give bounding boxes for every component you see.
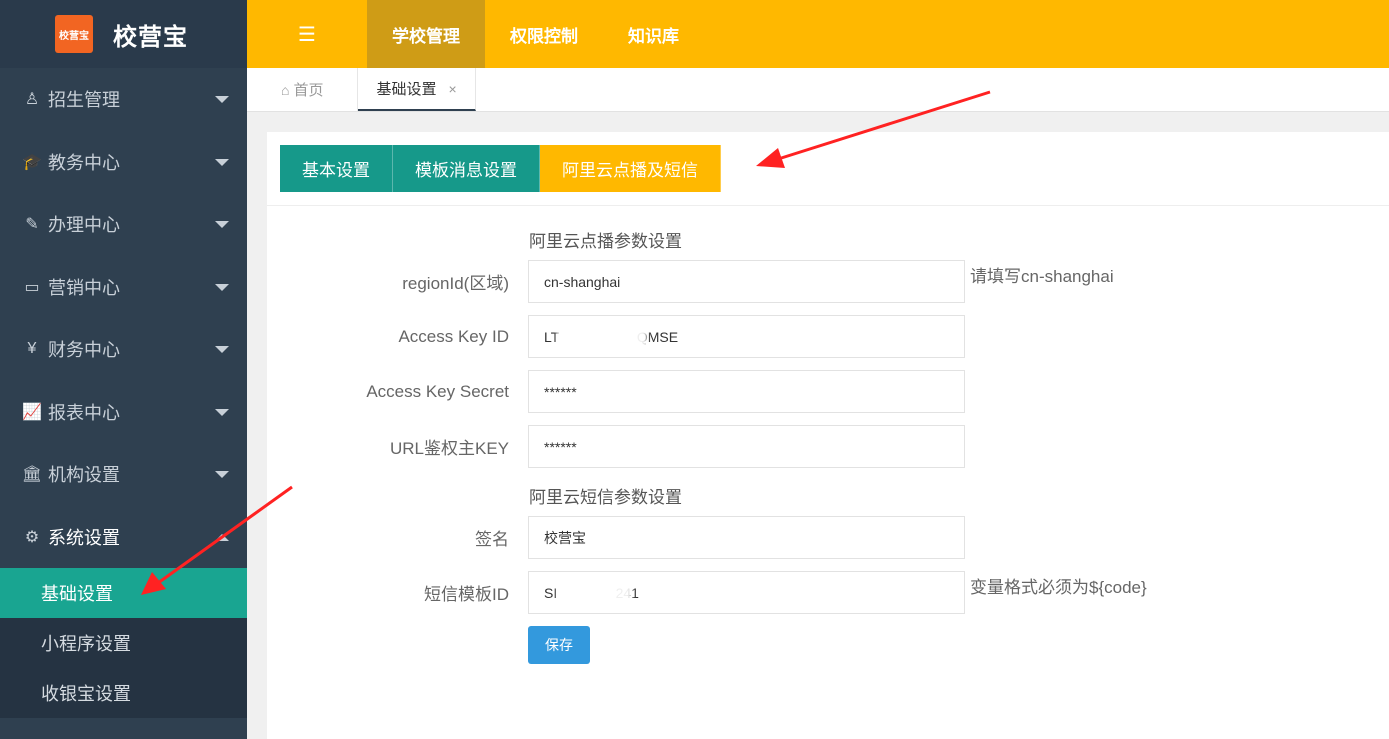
nav-knowledge-base[interactable]: 知识库 <box>603 0 704 68</box>
sidebar-item-enrollment[interactable]: ♙ 招生管理 <box>0 68 247 131</box>
region-hint: 请填写cn-shanghai <box>970 267 1114 286</box>
caret-down-icon <box>215 346 229 354</box>
subtab-basic[interactable]: 基本设置 <box>280 145 393 192</box>
url-key-label: URL鉴权主KEY <box>389 439 509 458</box>
sidebar-item-label: 报表中心 <box>48 402 120 423</box>
sidebar: 校营宝 校营宝 ♙ 招生管理 🎓 教务中心 ✎ 办理中心 ▭ 营销中心 ¥ 财务… <box>0 0 247 739</box>
cogs-icon: ⚙ <box>24 528 40 546</box>
yen-icon: ¥ <box>27 340 37 358</box>
sms-section-title: 阿里云短信参数设置 <box>529 488 682 507</box>
line-chart-icon: 📈 <box>22 403 42 421</box>
sign-name-label: 签名 <box>475 530 509 549</box>
menu-toggle-icon[interactable]: ☰ <box>247 0 367 68</box>
access-key-id-label: Access Key ID <box>398 326 509 346</box>
top-header: ☰ 学校管理 权限控制 知识库 <box>247 0 1389 68</box>
logo-icon: 校营宝 <box>55 15 93 53</box>
sign-name-input[interactable] <box>528 516 965 559</box>
tab-current-label: 基础设置 <box>376 81 437 98</box>
caret-down-icon <box>215 96 229 104</box>
page-tabs: ⌂ 首页 基础设置 × <box>247 68 1389 112</box>
caret-down-icon <box>215 283 229 291</box>
sidebar-item-label: 机构设置 <box>48 465 120 486</box>
caret-down-icon <box>215 408 229 416</box>
save-button[interactable]: 保存 <box>528 626 590 664</box>
caret-up-icon <box>215 533 229 541</box>
system-submenu: 基础设置 小程序设置 收银宝设置 <box>0 568 247 718</box>
region-input[interactable] <box>528 260 965 303</box>
subtab-template-message[interactable]: 模板消息设置 <box>393 145 540 192</box>
template-id-hint: 变量格式必须为${code} <box>970 578 1147 597</box>
settings-subtabs: 基本设置 模板消息设置 阿里云点播及短信 <box>280 145 721 192</box>
graduation-cap-icon: 🎓 <box>22 153 42 171</box>
tab-home-label: 首页 <box>293 82 324 99</box>
sidebar-item-label: 办理中心 <box>48 215 120 236</box>
tab-home[interactable]: ⌂ 首页 <box>247 68 359 111</box>
nav-school-management[interactable]: 学校管理 <box>367 0 485 68</box>
sidebar-item-marketing[interactable]: ▭ 营销中心 <box>0 256 247 319</box>
settings-panel: 基本设置 模板消息设置 阿里云点播及短信 阿里云点播参数设置 regionId(… <box>267 132 1389 739</box>
nav-permission-control[interactable]: 权限控制 <box>485 0 603 68</box>
divider <box>267 205 1389 206</box>
url-key-input[interactable] <box>528 425 965 468</box>
bank-icon: 🏛 <box>21 466 43 484</box>
sidebar-item-processing[interactable]: ✎ 办理中心 <box>0 193 247 256</box>
sidebar-item-label: 教务中心 <box>48 152 120 173</box>
edit-icon: ✎ <box>25 216 39 234</box>
sidebar-item-reports[interactable]: 📈 报表中心 <box>0 381 247 444</box>
home-icon: ⌂ <box>281 81 290 98</box>
caret-down-icon <box>215 221 229 229</box>
form-row-access-key-id: Access Key ID <box>267 315 1389 358</box>
logo-bar: 校营宝 校营宝 <box>0 0 247 68</box>
form-row-sign-name: 签名 <box>267 516 1389 559</box>
form-row-region: regionId(区域) 请填写cn-shanghai <box>267 260 1389 303</box>
laptop-icon: ▭ <box>24 278 40 296</box>
tab-basic-settings[interactable]: 基础设置 × <box>358 68 476 111</box>
blur-mask <box>557 322 647 352</box>
sidebar-item-label: 系统设置 <box>48 527 120 548</box>
access-key-secret-label: Access Key Secret <box>366 381 509 401</box>
sidebar-item-label: 财务中心 <box>48 340 120 361</box>
template-id-label: 短信模板ID <box>424 585 509 604</box>
caret-down-icon <box>215 471 229 479</box>
form-row-template-id: 短信模板ID 变量格式必须为${code} <box>267 571 1389 614</box>
close-icon[interactable]: × <box>449 81 457 97</box>
form-row-url-key: URL鉴权主KEY <box>267 425 1389 468</box>
sidebar-item-label: 招生管理 <box>48 90 120 111</box>
sidebar-item-academic[interactable]: 🎓 教务中心 <box>0 131 247 194</box>
region-label: regionId(区域) <box>402 274 509 293</box>
form-row-access-key-secret: Access Key Secret <box>267 370 1389 413</box>
submenu-item-basic-settings[interactable]: 基础设置 <box>0 568 247 618</box>
submenu-item-cashier-settings[interactable]: 收银宝设置 <box>0 668 247 718</box>
blur-mask <box>557 578 632 608</box>
submenu-item-miniprogram-settings[interactable]: 小程序设置 <box>0 618 247 668</box>
sidebar-item-label: 营销中心 <box>48 277 120 298</box>
user-icon: ♙ <box>24 91 40 109</box>
subtab-aliyun-vod-sms[interactable]: 阿里云点播及短信 <box>540 145 721 192</box>
sidebar-item-system[interactable]: ⚙ 系统设置 <box>0 506 247 569</box>
caret-down-icon <box>215 158 229 166</box>
vod-section-title: 阿里云点播参数设置 <box>529 232 682 251</box>
sidebar-item-organization[interactable]: 🏛 机构设置 <box>0 443 247 506</box>
access-key-secret-input[interactable] <box>528 370 965 413</box>
sidebar-item-finance[interactable]: ¥ 财务中心 <box>0 318 247 381</box>
brand-name: 校营宝 <box>113 23 188 51</box>
